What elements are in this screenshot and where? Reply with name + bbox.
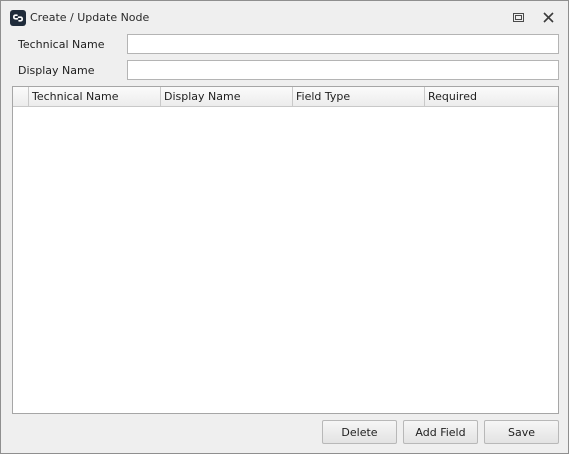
add-field-button[interactable]: Add Field — [403, 420, 478, 444]
technical-name-field[interactable] — [127, 34, 559, 54]
column-header-required[interactable]: Required — [425, 87, 558, 106]
display-name-field[interactable] — [127, 60, 559, 80]
title-bar[interactable]: Create / Update Node — [1, 1, 568, 33]
fields-grid[interactable]: Technical Name Display Name Field Type R… — [12, 86, 559, 414]
delete-button[interactable]: Delete — [322, 420, 397, 444]
grid-body[interactable] — [13, 107, 558, 413]
window-title: Create / Update Node — [30, 11, 150, 24]
row-indicator-header — [13, 87, 29, 106]
column-header-field-type[interactable]: Field Type — [293, 87, 425, 106]
dialog-window: Create / Update Node Technical Name Disp… — [0, 0, 569, 454]
column-header-technical-name[interactable]: Technical Name — [29, 87, 161, 106]
grid-header: Technical Name Display Name Field Type R… — [13, 87, 558, 107]
chain-link-icon — [10, 10, 26, 26]
column-header-display-name[interactable]: Display Name — [161, 87, 293, 106]
display-name-label: Display Name — [18, 64, 95, 77]
save-button[interactable]: Save — [484, 420, 559, 444]
technical-name-label: Technical Name — [18, 38, 105, 51]
close-icon[interactable] — [540, 10, 556, 24]
maximize-icon[interactable] — [510, 10, 526, 24]
